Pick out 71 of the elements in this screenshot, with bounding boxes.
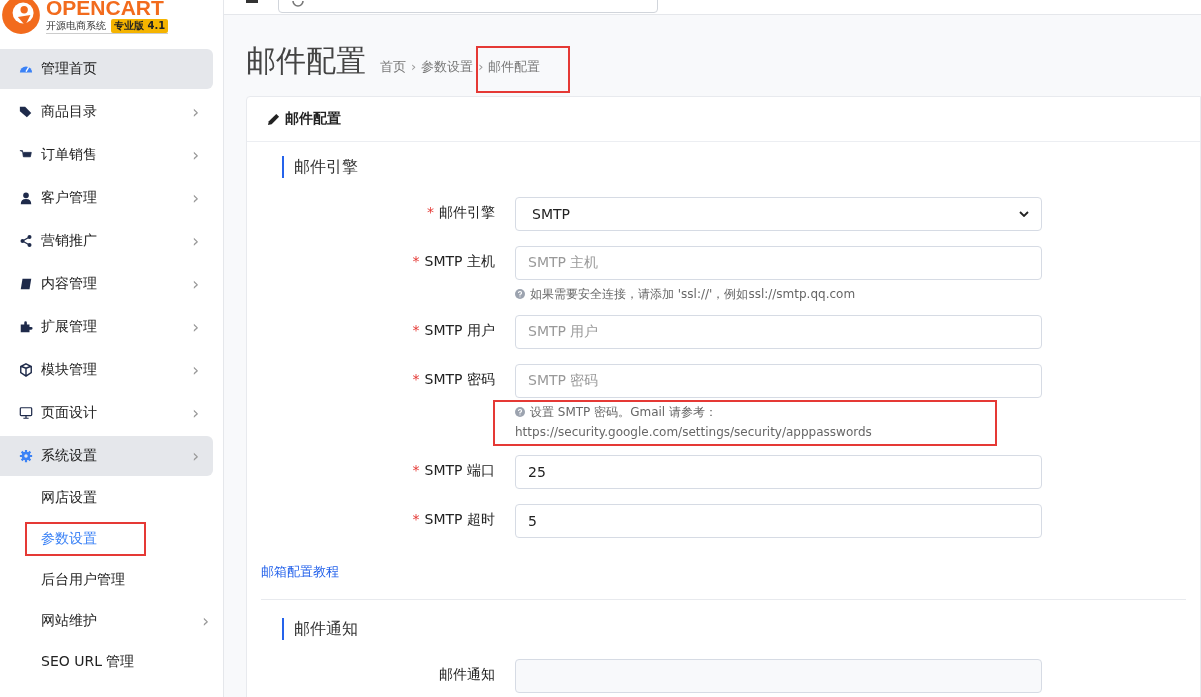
section-title: 邮件引擎 [282,156,1186,178]
help-text: 设置 SMTP 密码。Gmail 请参考： [530,404,717,421]
submenu-item[interactable]: 参数设置 [0,520,223,558]
chevron-icon: › [192,188,199,208]
sidebar-item[interactable]: 内容管理 › [0,264,213,304]
sidebar-item[interactable]: 系统设置 › [0,436,213,476]
cube-icon [19,363,33,377]
input-field[interactable]: 5 [515,504,1042,538]
tag-icon [19,105,33,119]
submenu-item[interactable]: 网店设置 [0,479,223,517]
card-title: 邮件配置 [285,110,341,128]
sidebar-item[interactable]: 商品目录 › [0,92,213,132]
field-label: SMTP 密码 [424,371,495,389]
search-icon [291,1,305,9]
input-field[interactable]: 25 [515,455,1042,489]
chevron-icon: › [192,145,199,165]
menu-icon[interactable] [246,0,258,3]
chevron-icon: › [192,403,199,423]
breadcrumb-separator: › [411,59,417,74]
gear-icon [19,449,33,463]
chevron-icon: › [192,231,199,251]
sidebar-item[interactable]: 模块管理 › [0,350,213,390]
sidebar-item[interactable]: 页面设计 › [0,393,213,433]
engine-select[interactable]: SMTP [515,197,1042,231]
logo-subtitle: 开源电商系统 [46,18,106,33]
chevron-icon: › [192,317,199,337]
page-title: 邮件配置 [246,42,366,80]
breadcrumb-link[interactable]: 参数设置 [421,58,474,76]
version-badge: 专业版 4.1 [111,18,169,33]
puzzle-icon [19,320,33,334]
submenu-item[interactable]: SEO URL 管理 [0,643,223,681]
sidebar-item[interactable]: 扩展管理 › [0,307,213,347]
tutorial-link[interactable]: 邮箱配置教程 [261,563,339,581]
breadcrumb-separator: › [478,59,484,74]
field-label: 邮件通知 [439,666,495,684]
field-label: SMTP 超时 [424,511,495,529]
chevron-icon: › [192,446,199,466]
help-text: 如果需要安全连接，请添加 'ssl://'，例如ssl://smtp.qq.com [530,286,856,303]
user-icon [19,191,33,205]
monitor-icon [19,406,33,420]
field-label: 邮件引擎 [439,204,495,222]
book-icon [19,277,33,291]
required-mark: * [412,371,420,389]
input-field[interactable] [515,659,1042,693]
required-mark: * [412,322,420,340]
breadcrumb-link[interactable]: 首页 [380,58,406,76]
help-text: https://security.google.com/settings/security/apppasswords [515,424,872,441]
help-icon [515,407,525,417]
chevron-icon: › [192,360,199,380]
submenu-item[interactable]: 网站维护 › [0,602,223,640]
field-label: SMTP 主机 [424,253,495,271]
required-mark: * [412,253,420,271]
chevron-icon: › [192,102,199,122]
sidebar-item[interactable]: 管理首页 [0,49,213,89]
chevron-icon: › [202,611,223,631]
logo-name: OPENCART [46,0,165,19]
help-icon [515,289,525,299]
submenu-item[interactable]: 后台用户管理 [0,561,223,599]
field-label: SMTP 用户 [424,322,495,340]
sidebar-item[interactable]: 客户管理 › [0,178,213,218]
pencil-icon [267,112,280,126]
caret-icon [1019,211,1029,217]
field-label: SMTP 端口 [424,462,495,480]
sidebar-item[interactable]: 订单销售 › [0,135,213,175]
chevron-icon: › [192,274,199,294]
sidebar-item[interactable]: 营销推广 › [0,221,213,261]
required-mark: * [427,204,434,222]
share-icon [19,234,33,248]
required-mark: * [412,462,420,480]
required-mark: * [412,511,420,529]
section-title: 邮件通知 [282,618,1186,640]
